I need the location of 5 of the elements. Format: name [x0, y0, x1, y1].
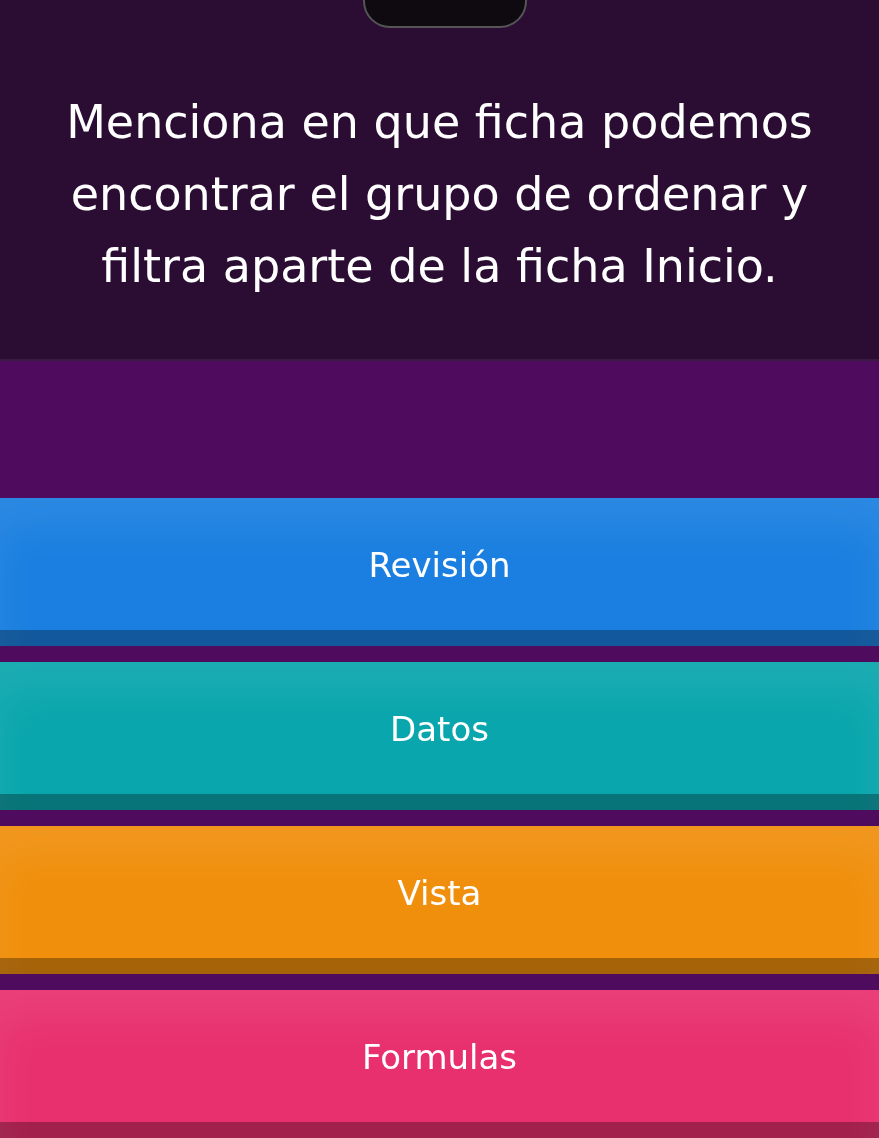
answer-option[interactable]: Vista	[0, 826, 879, 974]
answer-option[interactable]: Formulas	[0, 990, 879, 1138]
answer-option[interactable]: Revisión	[0, 498, 879, 646]
question-text: Menciona en que ficha podemos encontrar el grupo de ordenar y filtra aparte de la ficha Inicio.	[65, 94, 814, 296]
answer-option[interactable]: Datos	[0, 662, 879, 810]
